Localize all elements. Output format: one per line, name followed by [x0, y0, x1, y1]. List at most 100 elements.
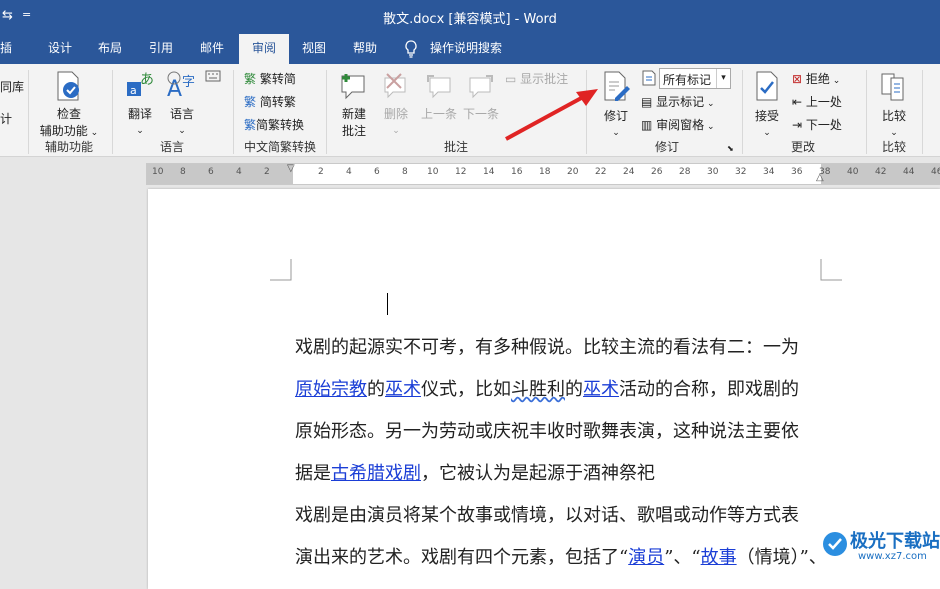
text-line: 据是古希腊戏剧，它被认为是起源于酒神祭祀: [295, 463, 655, 484]
svg-text:a: a: [130, 84, 137, 97]
hyperlink[interactable]: 原始宗教: [295, 379, 367, 400]
show-markup-button[interactable]: ▤ 显示标记 ⌄: [641, 93, 715, 110]
tab-mailings[interactable]: 邮件: [194, 34, 230, 64]
keyboard-icon[interactable]: [205, 70, 221, 85]
tab-insert[interactable]: 插入: [0, 34, 22, 83]
delete-comment-icon: [381, 70, 411, 105]
compare-icon: [879, 70, 909, 107]
tab-layout[interactable]: 布局: [92, 34, 128, 64]
check-accessibility-button[interactable]: 检查 辅助功能 ⌄: [36, 70, 102, 139]
ruler-tick-label: 30: [707, 167, 719, 177]
text-line: 戏剧是由演员将某个故事或情境，以对话、歌唱或动作等方式表: [295, 505, 799, 526]
previous-change-icon: ⇤: [792, 95, 803, 109]
document-page[interactable]: 戏剧的起源实不可考，有多种假说。比较主流的看法有二：一为 原始宗教的巫术仪式，比…: [148, 189, 940, 589]
hyperlink[interactable]: 古希腊戏剧: [331, 463, 421, 484]
tab-help[interactable]: 帮助: [347, 34, 383, 64]
ruler-tick-label: 26: [651, 167, 663, 177]
convert-button[interactable]: 繁简繁转换: [244, 116, 304, 133]
ruler-tick-label: 4: [346, 167, 352, 177]
next-change-icon: ⇥: [792, 118, 803, 132]
ruler-tick-label: 14: [483, 167, 495, 177]
show-markup-icon: ▤: [641, 95, 653, 109]
ruler-tick-label: 4: [236, 167, 242, 177]
group-label-accessibility: 辅助功能: [44, 140, 93, 154]
tab-review[interactable]: 审阅: [239, 34, 289, 64]
partial-item-1[interactable]: 同库: [0, 78, 24, 95]
convert-icon: 繁: [244, 118, 257, 132]
hyperlink[interactable]: 演员: [628, 547, 664, 568]
accept-button[interactable]: 接受 ⌄: [748, 70, 786, 138]
text-line: 演出来的艺术。戏剧有四个元素，包括了“演员”、“故事（情境）”、: [295, 547, 827, 568]
ruler-tick-label: 44: [903, 167, 915, 177]
spelling-flag[interactable]: 斗胜利: [511, 379, 565, 400]
ruler-tick-label: 10: [152, 167, 164, 177]
show-comments-button[interactable]: ▭ 显示批注: [505, 70, 568, 87]
margin-corner-top-left: [270, 259, 292, 281]
accept-icon: [753, 70, 781, 107]
accessibility-check-icon: [54, 70, 84, 105]
track-changes-icon: [601, 70, 631, 107]
title-bar: ⇆ = 散文.docx [兼容模式] - Word: [0, 0, 940, 34]
reviewing-pane-button[interactable]: ▥ 审阅窗格 ⌄: [641, 116, 715, 133]
compare-button[interactable]: 比较 ⌄: [874, 70, 914, 138]
chevron-down-icon[interactable]: ▾: [716, 69, 730, 88]
ruler-tick-label: 10: [427, 167, 439, 177]
ribbon-tabs: 插入 设计 布局 引用 邮件 审阅 视图 帮助 操作说明搜索: [0, 34, 940, 83]
ruler-tick-label: 2: [264, 167, 270, 177]
previous-comment-button[interactable]: 上一条: [418, 70, 460, 122]
tab-references[interactable]: 引用: [143, 34, 179, 64]
partial-item-2[interactable]: 计: [0, 110, 12, 127]
ruler-tick-label: 6: [208, 167, 214, 177]
ruler-tick-label: 40: [847, 167, 859, 177]
show-comments-icon: ▭: [505, 72, 517, 86]
markup-select[interactable]: 所有标记 ▾: [659, 68, 731, 89]
group-label-chinese: 中文简繁转换: [243, 140, 316, 154]
dialog-launcher-icon[interactable]: ⬊: [727, 144, 734, 153]
new-comment-icon: [338, 70, 370, 105]
previous-change-button[interactable]: ⇤ 上一处: [792, 93, 842, 110]
ruler-tick-label: 18: [539, 167, 551, 177]
ruler-tick-label: 8: [402, 167, 408, 177]
group-label-changes: 更改: [790, 140, 815, 154]
watermark-logo: 极光下载站 www.xz7.com: [823, 525, 940, 573]
simp-trad-icon: 繁: [244, 95, 257, 109]
ruler-tick-label: 6: [374, 167, 380, 177]
margin-corner-top-right: [820, 259, 842, 281]
tell-me-search[interactable]: 操作说明搜索: [430, 34, 510, 64]
text-line: 原始宗教的巫术仪式，比如斗胜利的巫术活动的合称，即戏剧的: [295, 379, 799, 400]
next-change-button[interactable]: ⇥ 下一处: [792, 116, 842, 133]
tab-view[interactable]: 视图: [296, 34, 332, 64]
ruler-tick-label: 28: [679, 167, 691, 177]
hyperlink[interactable]: 巫术: [583, 379, 619, 400]
watermark-icon: [823, 532, 847, 556]
ruler-tick-label: 12: [455, 167, 467, 177]
previous-comment-icon: [424, 70, 454, 105]
ruler-tick-label: 2: [318, 167, 324, 177]
ruler-tick-label: 46: [931, 167, 940, 177]
delete-comment-button[interactable]: 删除 ⌄: [378, 70, 414, 136]
language-button[interactable]: A字 语言 ⌄: [162, 70, 202, 136]
lightbulb-icon: [404, 40, 418, 61]
translate-button[interactable]: aあ 翻译 ⌄: [120, 70, 160, 136]
hyperlink[interactable]: 故事: [701, 547, 737, 568]
reject-button[interactable]: ⊠ 拒绝 ⌄: [792, 70, 840, 87]
trad-to-simp-button[interactable]: 繁 繁转简: [244, 70, 296, 87]
ruler-tick-label: 42: [875, 167, 887, 177]
ruler-tick-label: 22: [595, 167, 607, 177]
ruler-tick-label: 16: [511, 167, 523, 177]
next-comment-icon: [466, 70, 496, 105]
hyperlink[interactable]: 巫术: [385, 379, 421, 400]
first-line-indent-marker[interactable]: ▽: [287, 163, 295, 174]
tab-design[interactable]: 设计: [42, 34, 78, 64]
simp-to-trad-button[interactable]: 繁 简转繁: [244, 93, 296, 110]
next-comment-button[interactable]: 下一条: [460, 70, 502, 122]
ruler-tick-label: 32: [735, 167, 747, 177]
ruler-tick-label: 20: [567, 167, 579, 177]
ruler-tick-label: 8: [180, 167, 186, 177]
new-comment-button[interactable]: 新建 批注: [334, 70, 374, 139]
window-title: 散文.docx [兼容模式] - Word: [383, 12, 557, 27]
text-line: 原始形态。另一为劳动或庆祝丰收时歌舞表演，这种说法主要依: [295, 421, 799, 442]
reviewing-pane-icon: ▥: [641, 118, 653, 132]
markup-view-icon: [641, 70, 657, 89]
track-changes-button[interactable]: 修订 ⌄: [597, 70, 635, 138]
